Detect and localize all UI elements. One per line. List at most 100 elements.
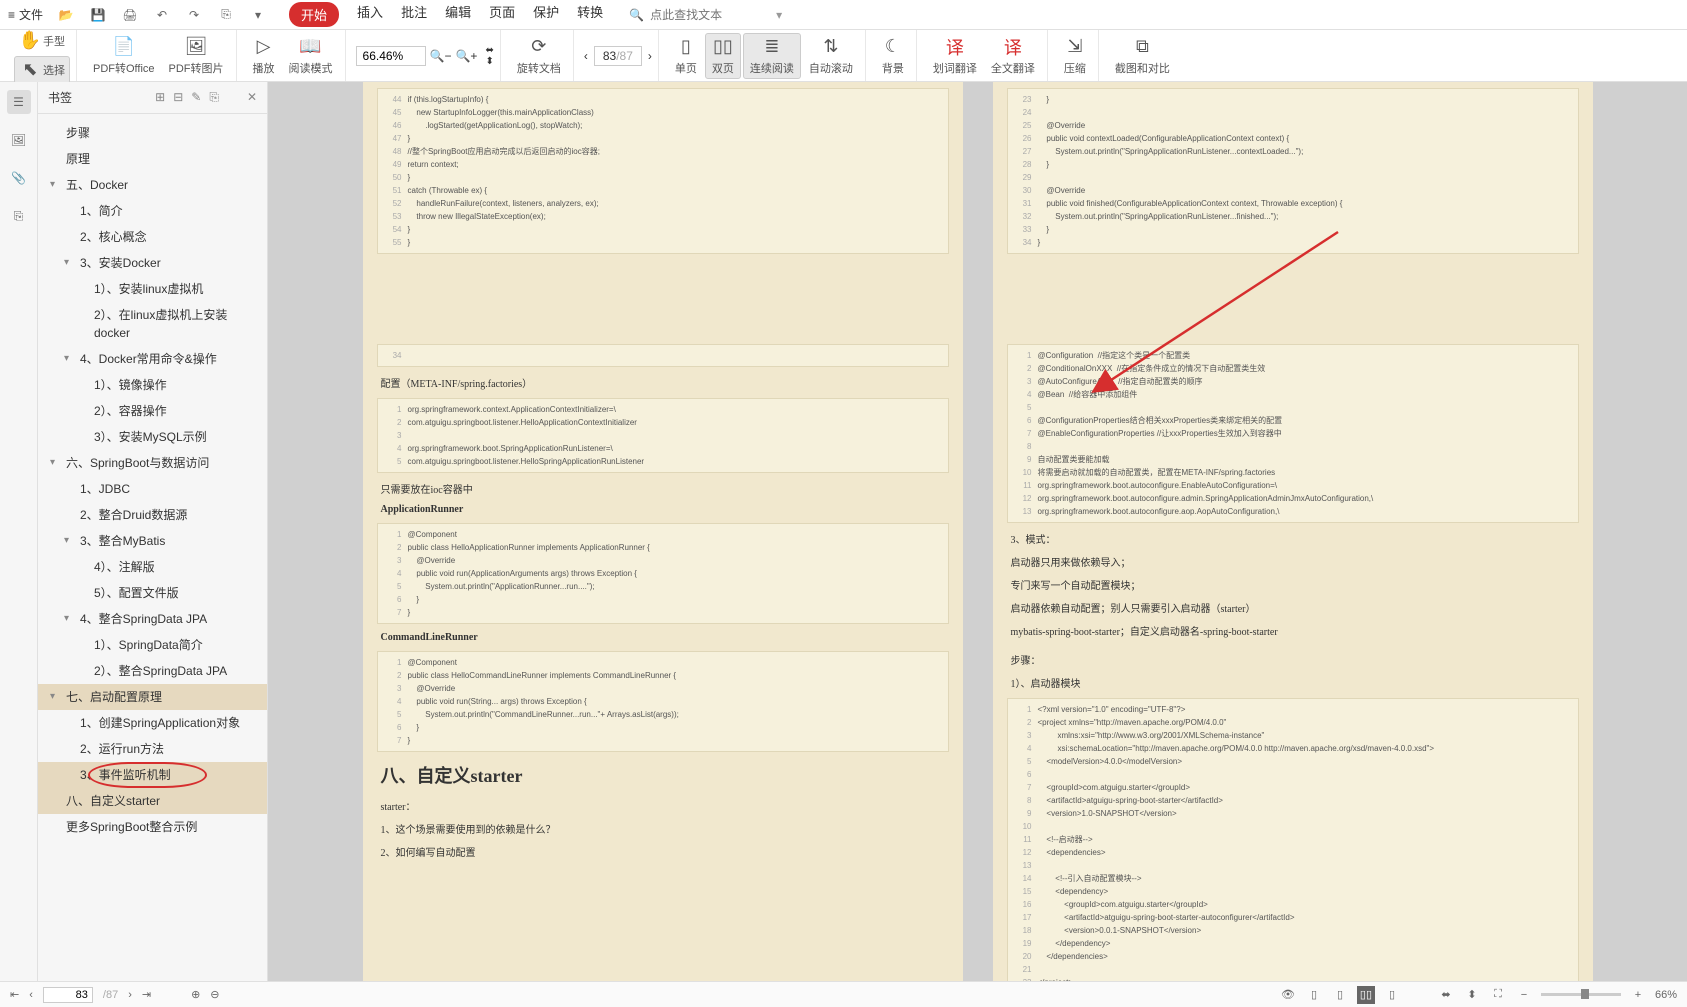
undo-icon[interactable]: ↶ bbox=[153, 6, 171, 24]
remove-page-icon[interactable]: ⊖ bbox=[210, 988, 219, 1001]
eye-protect-icon[interactable]: 👁 bbox=[1279, 986, 1297, 1004]
bookmark-item[interactable]: 2）、在linux虚拟机上安装docker bbox=[38, 302, 267, 346]
tab-edit[interactable]: 编辑 bbox=[445, 2, 471, 27]
add-page-icon[interactable]: ⊕ bbox=[191, 988, 200, 1001]
page-current[interactable]: 83 bbox=[603, 49, 616, 63]
tab-convert[interactable]: 转换 bbox=[577, 2, 603, 27]
zoom-in-icon[interactable]: 🔍+ bbox=[455, 49, 477, 63]
bookmark-item[interactable]: 1、JDBC bbox=[38, 476, 267, 502]
first-page-icon[interactable]: ⇤ bbox=[10, 988, 19, 1001]
bookmark-item[interactable]: 3）、安装MySQL示例 bbox=[38, 424, 267, 450]
view-mode-4-icon[interactable]: ▯ bbox=[1383, 986, 1401, 1004]
bookmark-item[interactable]: 2）、容器操作 bbox=[38, 398, 267, 424]
translate-full[interactable]: 译全文翻译 bbox=[985, 34, 1041, 78]
bookmark-item[interactable]: ▾3、安装Docker bbox=[38, 250, 267, 276]
background-button[interactable]: ☾背景 bbox=[876, 34, 910, 78]
fit-width-status-icon[interactable]: ⬌ bbox=[1437, 986, 1455, 1004]
close-sidebar-icon[interactable]: ✕ bbox=[247, 90, 257, 105]
collapse-all-icon[interactable]: ⊟ bbox=[173, 90, 183, 105]
bookmark-item[interactable]: ▾4、整合SpringData JPA bbox=[38, 606, 267, 632]
bookmark-item[interactable]: 2）、整合SpringData JPA bbox=[38, 658, 267, 684]
hand-icon: ✋ bbox=[19, 30, 41, 52]
bookmark-item[interactable]: 八、自定义starter bbox=[38, 788, 267, 814]
bookmark-item[interactable]: 更多SpringBoot整合示例 bbox=[38, 814, 267, 840]
view-mode-1-icon[interactable]: ▯ bbox=[1305, 986, 1323, 1004]
bookmark-item[interactable]: ▾六、SpringBoot与数据访问 bbox=[38, 450, 267, 476]
tab-protect[interactable]: 保护 bbox=[533, 2, 559, 27]
zoom-out-status-icon[interactable]: − bbox=[1515, 986, 1533, 1004]
fullscreen-icon[interactable]: ⛶ bbox=[1489, 986, 1507, 1004]
bookmark-settings-icon[interactable]: ⎘ bbox=[209, 90, 219, 105]
zoom-slider[interactable] bbox=[1541, 993, 1621, 996]
bookmark-item[interactable]: 2、整合Druid数据源 bbox=[38, 502, 267, 528]
redo-icon[interactable]: ↷ bbox=[185, 6, 203, 24]
bookmark-item[interactable]: 2、核心概念 bbox=[38, 224, 267, 250]
thumbnail-panel-icon[interactable]: 🖼 bbox=[7, 128, 31, 152]
bookmark-item[interactable]: 1）、SpringData简介 bbox=[38, 632, 267, 658]
bookmark-item[interactable]: 步骤 bbox=[38, 120, 267, 146]
attachment-panel-icon[interactable]: 📎 bbox=[7, 166, 31, 190]
view-mode-3-icon[interactable]: ▯▯ bbox=[1357, 986, 1375, 1004]
pdf-to-office[interactable]: 📄PDF转Office bbox=[87, 34, 161, 78]
zoom-out-icon[interactable]: 🔍− bbox=[430, 49, 452, 63]
document-viewport[interactable]: 44if (this.logStartupInfo) {45 new Start… bbox=[268, 82, 1687, 981]
bookmark-tree[interactable]: 步骤原理▾五、Docker1、简介2、核心概念▾3、安装Docker1）、安装l… bbox=[38, 114, 267, 981]
prev-page-icon[interactable]: ‹ bbox=[29, 989, 33, 1001]
rotate-button[interactable]: ⟳旋转文档 bbox=[511, 34, 567, 78]
bookmark-item[interactable]: ▾五、Docker bbox=[38, 172, 267, 198]
play-button[interactable]: ▷播放 bbox=[247, 34, 281, 78]
fit-width-icon[interactable]: ⬌ bbox=[485, 45, 493, 56]
bookmark-item[interactable]: ▾七、启动配置原理 bbox=[38, 684, 267, 710]
double-page[interactable]: ▯▯双页 bbox=[705, 33, 741, 79]
play-icon: ▷ bbox=[253, 36, 275, 58]
compress-button[interactable]: ⇲压缩 bbox=[1058, 34, 1092, 78]
translate-word[interactable]: 译划词翻译 bbox=[927, 34, 983, 78]
dropdown-icon[interactable]: ▾ bbox=[249, 6, 267, 24]
compare-button[interactable]: ⧉截图和对比 bbox=[1109, 34, 1176, 78]
tab-page[interactable]: 页面 bbox=[489, 2, 515, 27]
save-icon[interactable]: 💾 bbox=[89, 6, 107, 24]
bookmark-item[interactable]: ▾4、Docker常用命令&操作 bbox=[38, 346, 267, 372]
bookmark-item[interactable]: 5）、配置文件版 bbox=[38, 580, 267, 606]
bookmark-item[interactable]: 1）、镜像操作 bbox=[38, 372, 267, 398]
bookmark-item[interactable]: 3、事件监听机制 bbox=[38, 762, 267, 788]
status-page-input[interactable] bbox=[43, 987, 93, 1003]
layers-panel-icon[interactable]: ⎘ bbox=[7, 204, 31, 228]
zoom-in-status-icon[interactable]: + bbox=[1629, 986, 1647, 1004]
auto-scroll[interactable]: ⇅自动滚动 bbox=[803, 34, 859, 78]
zoom-input[interactable] bbox=[356, 46, 426, 66]
search-input[interactable] bbox=[650, 8, 770, 22]
bookmark-item[interactable]: 原理 bbox=[38, 146, 267, 172]
bookmark-item[interactable]: 1、简介 bbox=[38, 198, 267, 224]
export-icon[interactable]: ⎘ bbox=[217, 6, 235, 24]
read-mode[interactable]: 📖阅读模式 bbox=[283, 34, 339, 78]
tab-insert[interactable]: 插入 bbox=[357, 2, 383, 27]
search-dropdown-icon[interactable]: ▾ bbox=[776, 8, 782, 22]
bookmark-panel-icon[interactable]: ☰ bbox=[7, 90, 31, 114]
next-page-icon[interactable]: › bbox=[648, 49, 652, 63]
hand-tool[interactable]: ✋手型 bbox=[14, 28, 70, 54]
expand-all-icon[interactable]: ⊞ bbox=[155, 90, 165, 105]
next-page-icon[interactable]: › bbox=[128, 989, 132, 1001]
search-box[interactable]: 🔍 ▾ bbox=[629, 8, 782, 22]
prev-page-icon[interactable]: ‹ bbox=[584, 49, 588, 63]
continuous-read[interactable]: ≣连续阅读 bbox=[743, 33, 801, 79]
print-icon[interactable]: 🖨 bbox=[121, 6, 139, 24]
select-tool[interactable]: ⬉选择 bbox=[14, 56, 70, 84]
open-icon[interactable]: 📂 bbox=[57, 6, 75, 24]
new-bookmark-icon[interactable]: ✎ bbox=[191, 90, 201, 105]
fit-page-icon[interactable]: ⬍ bbox=[485, 56, 493, 67]
file-menu[interactable]: ≡ 文件 bbox=[8, 6, 43, 23]
single-page[interactable]: ▯单页 bbox=[669, 34, 703, 78]
fit-page-status-icon[interactable]: ⬍ bbox=[1463, 986, 1481, 1004]
bookmark-item[interactable]: 1、创建SpringApplication对象 bbox=[38, 710, 267, 736]
tab-start[interactable]: 开始 bbox=[289, 2, 339, 27]
last-page-icon[interactable]: ⇥ bbox=[142, 988, 151, 1001]
view-mode-2-icon[interactable]: ▯ bbox=[1331, 986, 1349, 1004]
bookmark-item[interactable]: 1）、安装linux虚拟机 bbox=[38, 276, 267, 302]
bookmark-item[interactable]: 4）、注解版 bbox=[38, 554, 267, 580]
bookmark-item[interactable]: ▾3、整合MyBatis bbox=[38, 528, 267, 554]
bookmark-item[interactable]: 2、运行run方法 bbox=[38, 736, 267, 762]
pdf-to-image[interactable]: 🖼PDF转图片 bbox=[163, 34, 230, 78]
tab-annotate[interactable]: 批注 bbox=[401, 2, 427, 27]
